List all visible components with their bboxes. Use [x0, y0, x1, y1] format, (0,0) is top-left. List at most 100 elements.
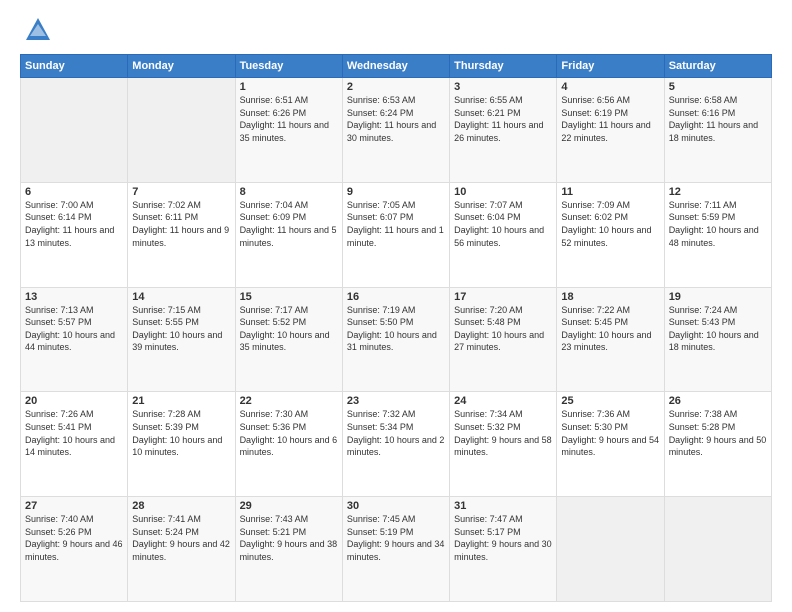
day-number: 9	[347, 186, 445, 198]
day-number: 10	[454, 186, 552, 198]
calendar-cell: 8Sunrise: 7:04 AM Sunset: 6:09 PM Daylig…	[235, 182, 342, 287]
day-number: 7	[132, 186, 230, 198]
day-number: 13	[25, 291, 123, 303]
day-info: Sunrise: 7:38 AM Sunset: 5:28 PM Dayligh…	[669, 408, 767, 458]
day-number: 16	[347, 291, 445, 303]
calendar-cell	[664, 497, 771, 602]
calendar-cell: 10Sunrise: 7:07 AM Sunset: 6:04 PM Dayli…	[450, 182, 557, 287]
calendar-cell: 13Sunrise: 7:13 AM Sunset: 5:57 PM Dayli…	[21, 287, 128, 392]
calendar-cell: 31Sunrise: 7:47 AM Sunset: 5:17 PM Dayli…	[450, 497, 557, 602]
day-number: 8	[240, 186, 338, 198]
calendar-week-row: 13Sunrise: 7:13 AM Sunset: 5:57 PM Dayli…	[21, 287, 772, 392]
day-number: 24	[454, 395, 552, 407]
day-info: Sunrise: 7:19 AM Sunset: 5:50 PM Dayligh…	[347, 304, 445, 354]
weekday-header-tuesday: Tuesday	[235, 55, 342, 78]
day-info: Sunrise: 7:36 AM Sunset: 5:30 PM Dayligh…	[561, 408, 659, 458]
calendar-cell: 28Sunrise: 7:41 AM Sunset: 5:24 PM Dayli…	[128, 497, 235, 602]
day-info: Sunrise: 7:47 AM Sunset: 5:17 PM Dayligh…	[454, 513, 552, 563]
day-info: Sunrise: 7:28 AM Sunset: 5:39 PM Dayligh…	[132, 408, 230, 458]
logo-icon	[24, 16, 52, 44]
day-info: Sunrise: 7:22 AM Sunset: 5:45 PM Dayligh…	[561, 304, 659, 354]
day-number: 15	[240, 291, 338, 303]
calendar-cell: 1Sunrise: 6:51 AM Sunset: 6:26 PM Daylig…	[235, 78, 342, 183]
day-number: 12	[669, 186, 767, 198]
day-info: Sunrise: 7:40 AM Sunset: 5:26 PM Dayligh…	[25, 513, 123, 563]
day-info: Sunrise: 7:00 AM Sunset: 6:14 PM Dayligh…	[25, 199, 123, 249]
day-info: Sunrise: 7:11 AM Sunset: 5:59 PM Dayligh…	[669, 199, 767, 249]
day-number: 21	[132, 395, 230, 407]
day-number: 1	[240, 81, 338, 93]
calendar-cell: 30Sunrise: 7:45 AM Sunset: 5:19 PM Dayli…	[342, 497, 449, 602]
day-info: Sunrise: 6:51 AM Sunset: 6:26 PM Dayligh…	[240, 94, 338, 144]
calendar-cell: 14Sunrise: 7:15 AM Sunset: 5:55 PM Dayli…	[128, 287, 235, 392]
day-info: Sunrise: 7:32 AM Sunset: 5:34 PM Dayligh…	[347, 408, 445, 458]
calendar-cell: 20Sunrise: 7:26 AM Sunset: 5:41 PM Dayli…	[21, 392, 128, 497]
day-number: 28	[132, 500, 230, 512]
weekday-header-friday: Friday	[557, 55, 664, 78]
day-info: Sunrise: 7:30 AM Sunset: 5:36 PM Dayligh…	[240, 408, 338, 458]
day-number: 4	[561, 81, 659, 93]
calendar-cell: 2Sunrise: 6:53 AM Sunset: 6:24 PM Daylig…	[342, 78, 449, 183]
weekday-header-row: SundayMondayTuesdayWednesdayThursdayFrid…	[21, 55, 772, 78]
day-number: 18	[561, 291, 659, 303]
day-info: Sunrise: 7:34 AM Sunset: 5:32 PM Dayligh…	[454, 408, 552, 458]
calendar-cell: 11Sunrise: 7:09 AM Sunset: 6:02 PM Dayli…	[557, 182, 664, 287]
day-info: Sunrise: 7:20 AM Sunset: 5:48 PM Dayligh…	[454, 304, 552, 354]
calendar-cell: 5Sunrise: 6:58 AM Sunset: 6:16 PM Daylig…	[664, 78, 771, 183]
day-info: Sunrise: 6:55 AM Sunset: 6:21 PM Dayligh…	[454, 94, 552, 144]
calendar-week-row: 6Sunrise: 7:00 AM Sunset: 6:14 PM Daylig…	[21, 182, 772, 287]
day-info: Sunrise: 7:07 AM Sunset: 6:04 PM Dayligh…	[454, 199, 552, 249]
day-number: 6	[25, 186, 123, 198]
day-number: 23	[347, 395, 445, 407]
calendar-cell	[128, 78, 235, 183]
calendar-cell: 25Sunrise: 7:36 AM Sunset: 5:30 PM Dayli…	[557, 392, 664, 497]
calendar-cell: 9Sunrise: 7:05 AM Sunset: 6:07 PM Daylig…	[342, 182, 449, 287]
calendar-cell: 29Sunrise: 7:43 AM Sunset: 5:21 PM Dayli…	[235, 497, 342, 602]
weekday-header-wednesday: Wednesday	[342, 55, 449, 78]
day-info: Sunrise: 7:05 AM Sunset: 6:07 PM Dayligh…	[347, 199, 445, 249]
calendar-cell: 3Sunrise: 6:55 AM Sunset: 6:21 PM Daylig…	[450, 78, 557, 183]
calendar-cell: 19Sunrise: 7:24 AM Sunset: 5:43 PM Dayli…	[664, 287, 771, 392]
day-info: Sunrise: 7:26 AM Sunset: 5:41 PM Dayligh…	[25, 408, 123, 458]
day-number: 19	[669, 291, 767, 303]
weekday-header-saturday: Saturday	[664, 55, 771, 78]
day-number: 5	[669, 81, 767, 93]
day-number: 14	[132, 291, 230, 303]
day-info: Sunrise: 7:17 AM Sunset: 5:52 PM Dayligh…	[240, 304, 338, 354]
day-info: Sunrise: 7:04 AM Sunset: 6:09 PM Dayligh…	[240, 199, 338, 249]
day-number: 25	[561, 395, 659, 407]
calendar-cell: 7Sunrise: 7:02 AM Sunset: 6:11 PM Daylig…	[128, 182, 235, 287]
calendar-cell: 4Sunrise: 6:56 AM Sunset: 6:19 PM Daylig…	[557, 78, 664, 183]
calendar-cell: 17Sunrise: 7:20 AM Sunset: 5:48 PM Dayli…	[450, 287, 557, 392]
day-number: 27	[25, 500, 123, 512]
calendar-cell: 24Sunrise: 7:34 AM Sunset: 5:32 PM Dayli…	[450, 392, 557, 497]
day-number: 31	[454, 500, 552, 512]
day-info: Sunrise: 7:02 AM Sunset: 6:11 PM Dayligh…	[132, 199, 230, 249]
day-number: 29	[240, 500, 338, 512]
calendar-cell: 16Sunrise: 7:19 AM Sunset: 5:50 PM Dayli…	[342, 287, 449, 392]
calendar-week-row: 1Sunrise: 6:51 AM Sunset: 6:26 PM Daylig…	[21, 78, 772, 183]
calendar-cell: 15Sunrise: 7:17 AM Sunset: 5:52 PM Dayli…	[235, 287, 342, 392]
header	[20, 16, 772, 44]
day-number: 11	[561, 186, 659, 198]
day-info: Sunrise: 7:13 AM Sunset: 5:57 PM Dayligh…	[25, 304, 123, 354]
calendar-table: SundayMondayTuesdayWednesdayThursdayFrid…	[20, 54, 772, 602]
page: SundayMondayTuesdayWednesdayThursdayFrid…	[0, 0, 792, 612]
calendar-week-row: 27Sunrise: 7:40 AM Sunset: 5:26 PM Dayli…	[21, 497, 772, 602]
day-number: 22	[240, 395, 338, 407]
day-number: 20	[25, 395, 123, 407]
day-number: 26	[669, 395, 767, 407]
weekday-header-sunday: Sunday	[21, 55, 128, 78]
calendar-cell	[557, 497, 664, 602]
day-info: Sunrise: 6:58 AM Sunset: 6:16 PM Dayligh…	[669, 94, 767, 144]
day-number: 30	[347, 500, 445, 512]
weekday-header-thursday: Thursday	[450, 55, 557, 78]
day-number: 3	[454, 81, 552, 93]
calendar-cell	[21, 78, 128, 183]
calendar-cell: 12Sunrise: 7:11 AM Sunset: 5:59 PM Dayli…	[664, 182, 771, 287]
calendar-cell: 6Sunrise: 7:00 AM Sunset: 6:14 PM Daylig…	[21, 182, 128, 287]
day-number: 17	[454, 291, 552, 303]
day-info: Sunrise: 6:53 AM Sunset: 6:24 PM Dayligh…	[347, 94, 445, 144]
day-number: 2	[347, 81, 445, 93]
calendar-cell: 23Sunrise: 7:32 AM Sunset: 5:34 PM Dayli…	[342, 392, 449, 497]
